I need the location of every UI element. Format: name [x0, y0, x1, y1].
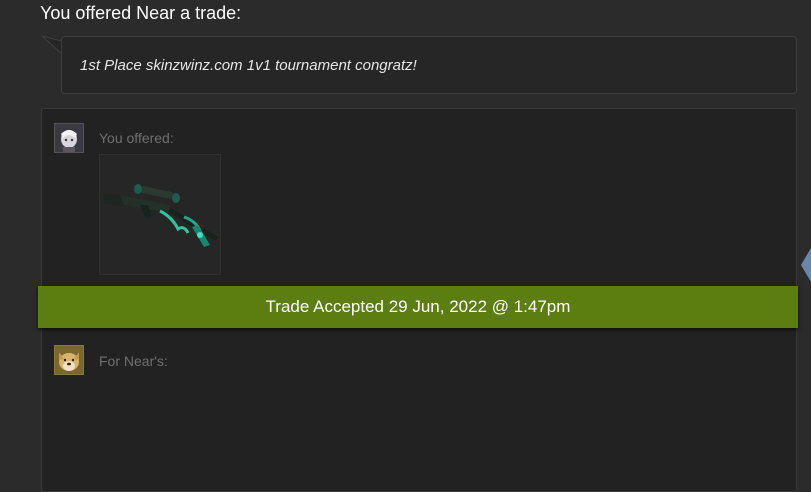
trade-message-bubble: 1st Place skinzwinz.com 1v1 tournament c…	[61, 36, 797, 94]
offered-item-slot[interactable]	[99, 154, 221, 275]
your-avatar[interactable]	[54, 123, 84, 153]
near-avatar[interactable]	[54, 345, 84, 375]
anime-avatar-icon	[55, 124, 83, 152]
trade-status-text: Trade Accepted 29 Jun, 2022 @ 1:47pm	[265, 297, 571, 316]
you-offered-label: You offered:	[99, 130, 174, 146]
for-near-label: For Near's:	[99, 353, 168, 369]
awp-sniper-rifle-icon	[102, 184, 218, 247]
chevron-left-icon[interactable]	[801, 248, 811, 282]
trade-status-banner: Trade Accepted 29 Jun, 2022 @ 1:47pm	[38, 286, 798, 328]
page-title: You offered Near a trade:	[40, 3, 242, 23]
trade-offer-page: You offered Near a trade: 1st Place skin…	[0, 0, 811, 492]
doge-avatar-icon	[55, 346, 83, 374]
trade-message-text: 1st Place skinzwinz.com 1v1 tournament c…	[80, 57, 417, 74]
